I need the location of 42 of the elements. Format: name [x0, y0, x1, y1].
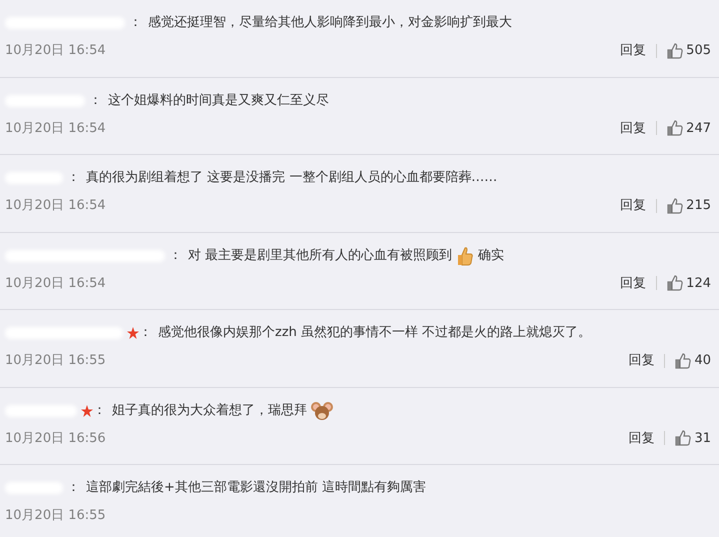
thumbs-up-icon — [667, 275, 684, 292]
like-button[interactable]: 247 — [667, 118, 711, 138]
thumbs-up-icon — [667, 198, 684, 214]
like-button[interactable]: 40 — [675, 351, 711, 370]
colon: ： — [139, 324, 152, 342]
reply-link[interactable]: 回复 — [628, 351, 654, 370]
colon: ： — [129, 14, 142, 32]
like-button[interactable]: 215 — [667, 196, 711, 216]
reply-link[interactable]: 回复 — [628, 428, 654, 448]
mouse-face-emoji-icon — [311, 400, 333, 420]
reply-link[interactable]: 回复 — [620, 274, 646, 293]
comment-text: 真的很为剧组着想了 这要是没播完 一整个剧组人员的心血都要陪葬…… — [86, 169, 498, 188]
reply-link[interactable]: 回复 — [620, 118, 646, 138]
timestamp: 10月20日 16:55 — [5, 352, 106, 370]
thumbs-up-emoji-icon — [456, 246, 474, 266]
thumbs-up-icon — [675, 430, 692, 446]
comment-text: 确实 — [478, 246, 504, 265]
comment-text: 感觉他很像内娱那个zzh 虽然犯的事情不一样 不过都是火的路上就熄灭了。 — [158, 324, 592, 342]
colon: ： — [169, 246, 182, 265]
timestamp: 10月20日 16:54 — [5, 197, 106, 215]
reply-link[interactable]: 回复 — [620, 196, 646, 216]
thumbs-up-icon — [675, 352, 692, 369]
thumbs-up-icon — [667, 120, 684, 136]
thumbs-up-icon — [667, 42, 684, 59]
timestamp: 10月20日 16:55 — [5, 507, 106, 525]
timestamp: 10月20日 16:54 — [5, 120, 106, 138]
colon: ： — [93, 402, 106, 420]
comment-text: 姐子真的很为大众着想了，瑞思拜 — [112, 402, 307, 420]
timestamp: 10月20日 16:56 — [5, 430, 106, 448]
comment-text: 这个姐爆料的时间真是又爽又仁至义尽 — [108, 92, 329, 110]
comment-text: 感觉还挺理智，尽量给其他人影响降到最小，对金影响扩到最大 — [148, 14, 512, 32]
colon: ： — [67, 169, 80, 188]
timestamp: 10月20日 16:54 — [5, 42, 106, 60]
colon: ： — [67, 479, 80, 498]
comment-text: 对 最主要是剧里其他所有人的心血有被照顾到 — [188, 246, 452, 265]
timestamp: 10月20日 16:54 — [5, 274, 106, 292]
comment-text: 這部劇完結後+其他三部電影還沒開拍前 這時間點有夠厲害 — [86, 479, 426, 498]
reply-link[interactable]: 回复 — [620, 41, 646, 60]
like-button[interactable]: 31 — [675, 428, 711, 448]
like-button[interactable]: 505 — [667, 41, 711, 60]
like-button[interactable]: 124 — [667, 274, 711, 293]
colon: ： — [89, 92, 102, 110]
